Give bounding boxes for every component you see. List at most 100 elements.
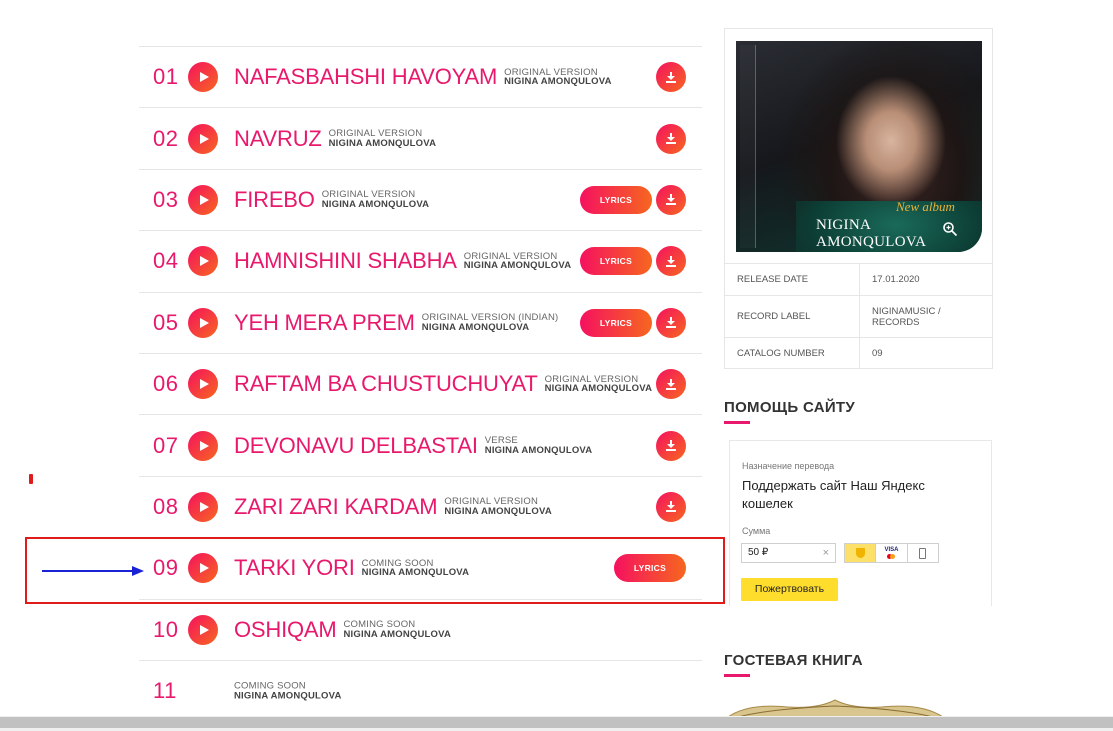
album-cover-frame: New album NIGINA AMONQULOVA bbox=[724, 28, 993, 264]
download-icon bbox=[666, 501, 676, 513]
help-heading-underline bbox=[724, 421, 750, 424]
play-button[interactable] bbox=[188, 62, 218, 93]
album-cover[interactable]: New album NIGINA AMONQULOVA bbox=[736, 41, 982, 252]
track-artist: NIGINA AMONQULOVA bbox=[484, 444, 593, 456]
track-info: OSHIQAM COMING SOON NIGINA AMONQULOVA bbox=[234, 617, 451, 643]
release-date-label: RELEASE DATE bbox=[724, 263, 860, 296]
release-info-row: CATALOG NUMBER 09 bbox=[724, 337, 993, 369]
scrollbar-thumb[interactable] bbox=[0, 717, 1113, 728]
download-button[interactable] bbox=[656, 123, 686, 154]
track-meta: VERSE NIGINA AMONQULOVA bbox=[485, 436, 593, 455]
track-row: 06 RAFTAM BA CHUSTUCHUYAT ORIGINAL VERSION… bbox=[139, 354, 702, 416]
play-button[interactable] bbox=[188, 430, 218, 461]
play-button[interactable] bbox=[188, 369, 218, 400]
track-number: 04 bbox=[153, 248, 179, 274]
track-row: 02 NAVRUZ ORIGINAL VERSION NIGINA AMONQULOV… bbox=[139, 108, 702, 170]
tracklist: 01 NAFASBAHSHI HAVOYAM ORIGINAL VERSION NIG… bbox=[139, 46, 702, 723]
amount-label: Сумма bbox=[742, 526, 771, 536]
track-title[interactable]: YEH MERA PREM bbox=[234, 310, 415, 336]
clear-icon[interactable]: × bbox=[823, 544, 829, 562]
track-meta: ORIGINAL VERSION NIGINA AMONQULOVA bbox=[322, 190, 430, 209]
catalog-number-value: 09 bbox=[859, 337, 993, 369]
purpose-label: Назначение перевода bbox=[742, 461, 835, 471]
download-icon bbox=[666, 194, 676, 206]
horizontal-scrollbar[interactable] bbox=[0, 716, 1113, 731]
download-icon bbox=[666, 71, 676, 83]
help-heading: ПОМОЩЬ САЙТУ bbox=[724, 399, 856, 416]
track-title[interactable]: HAMNISHINI SHABHA bbox=[234, 248, 457, 274]
method-yandex-money[interactable] bbox=[845, 544, 877, 562]
track-title[interactable]: OSHIQAM bbox=[234, 617, 337, 643]
track-artist: NIGINA AMONQULOVA bbox=[463, 260, 572, 272]
track-info: NAFASBAHSHI HAVOYAM ORIGINAL VERSION NIGIN… bbox=[234, 64, 612, 90]
track-number: 01 bbox=[153, 64, 179, 90]
track-title[interactable]: NAVRUZ bbox=[234, 126, 322, 152]
play-button[interactable] bbox=[188, 614, 218, 645]
track-number: 08 bbox=[153, 493, 179, 519]
payment-methods: VISA bbox=[844, 543, 939, 563]
play-button[interactable] bbox=[188, 123, 218, 154]
release-info-row: RELEASE DATE 17.01.2020 bbox=[724, 263, 993, 296]
guestbook-heading: ГОСТЕВАЯ КНИГА bbox=[724, 652, 863, 669]
play-icon bbox=[199, 379, 209, 390]
track-number: 11 bbox=[153, 678, 177, 704]
download-button[interactable] bbox=[656, 369, 686, 400]
track-row: 07 DEVONAVU DELBASTAI VERSE NIGINA AMONQULO… bbox=[139, 415, 702, 477]
lyrics-button[interactable]: LYRICS bbox=[580, 308, 652, 337]
track-title[interactable]: ZARI ZARI KARDAM bbox=[234, 494, 438, 520]
wallet-icon bbox=[855, 548, 865, 558]
card-icon: VISA bbox=[884, 547, 899, 559]
track-artist: NIGINA AMONQULOVA bbox=[444, 505, 552, 517]
track-meta: ORIGINAL VERSION NIGINA AMONQULOVA bbox=[444, 497, 552, 516]
amount-input[interactable]: 50 ₽ × bbox=[741, 543, 836, 563]
play-icon bbox=[199, 317, 209, 328]
phone-icon bbox=[919, 547, 927, 559]
arrow-head-icon bbox=[132, 566, 144, 576]
track-artist: NIGINA AMONQULOVA bbox=[544, 383, 653, 395]
track-number: 10 bbox=[153, 616, 179, 642]
track-title[interactable]: DEVONAVU DELBASTAI bbox=[234, 433, 478, 459]
download-button[interactable] bbox=[656, 307, 686, 338]
track-artist: NIGINA AMONQULOVA bbox=[328, 137, 437, 149]
track-artist: NIGINA AMONQULOVA bbox=[234, 690, 342, 702]
track-info: DEVONAVU DELBASTAI VERSE NIGINA AMONQULOVA bbox=[234, 433, 592, 459]
play-button[interactable] bbox=[188, 246, 218, 277]
catalog-number-label: CATALOG NUMBER bbox=[724, 337, 860, 369]
track-info: RAFTAM BA CHUSTUCHUYAT ORIGINAL VERSION NI… bbox=[234, 371, 652, 397]
download-button[interactable] bbox=[656, 246, 686, 277]
download-icon bbox=[666, 255, 676, 267]
play-icon bbox=[199, 440, 209, 451]
track-title[interactable]: NAFASBAHSHI HAVOYAM bbox=[234, 64, 497, 90]
track-meta: ORIGINAL VERSION NIGINA AMONQULOVA bbox=[504, 68, 612, 87]
play-icon bbox=[199, 624, 209, 635]
play-button[interactable] bbox=[188, 491, 218, 522]
track-title[interactable]: RAFTAM BA CHUSTUCHUYAT bbox=[234, 371, 538, 397]
download-button[interactable] bbox=[656, 491, 686, 522]
track-info: YEH MERA PREM ORIGINAL VERSION (INDIAN) NI… bbox=[234, 310, 558, 336]
cover-spine bbox=[740, 45, 756, 248]
track-number: 07 bbox=[153, 432, 179, 458]
zoom-icon[interactable] bbox=[942, 221, 958, 237]
play-button[interactable] bbox=[188, 307, 218, 338]
track-info: FIREBO ORIGINAL VERSION NIGINA AMONQULOVA bbox=[234, 187, 429, 213]
release-date-value: 17.01.2020 bbox=[859, 263, 993, 296]
track-number: 05 bbox=[153, 309, 179, 335]
purpose-text: Поддержать сайт Наш Яндекс кошелек bbox=[742, 478, 925, 511]
track-title[interactable]: FIREBO bbox=[234, 187, 315, 213]
method-phone[interactable] bbox=[908, 544, 938, 562]
release-info-row: RECORD LABEL NIGINAMUSIC / RECORDS bbox=[724, 295, 993, 338]
play-button[interactable] bbox=[188, 184, 218, 215]
download-button[interactable] bbox=[656, 184, 686, 215]
donate-button[interactable]: Пожертвовать bbox=[741, 578, 838, 601]
lyrics-button[interactable]: LYRICS bbox=[580, 185, 652, 214]
download-button[interactable] bbox=[656, 62, 686, 93]
download-button[interactable] bbox=[656, 430, 686, 461]
arrow-icon bbox=[42, 570, 134, 572]
method-card[interactable]: VISA bbox=[876, 544, 908, 562]
download-icon bbox=[666, 440, 676, 452]
play-icon bbox=[199, 194, 209, 205]
download-icon bbox=[666, 317, 676, 329]
donation-widget: Назначение перевода Поддержать сайт Наш … bbox=[729, 440, 992, 606]
guestbook-ornament bbox=[728, 699, 943, 717]
lyrics-button[interactable]: LYRICS bbox=[580, 247, 652, 276]
